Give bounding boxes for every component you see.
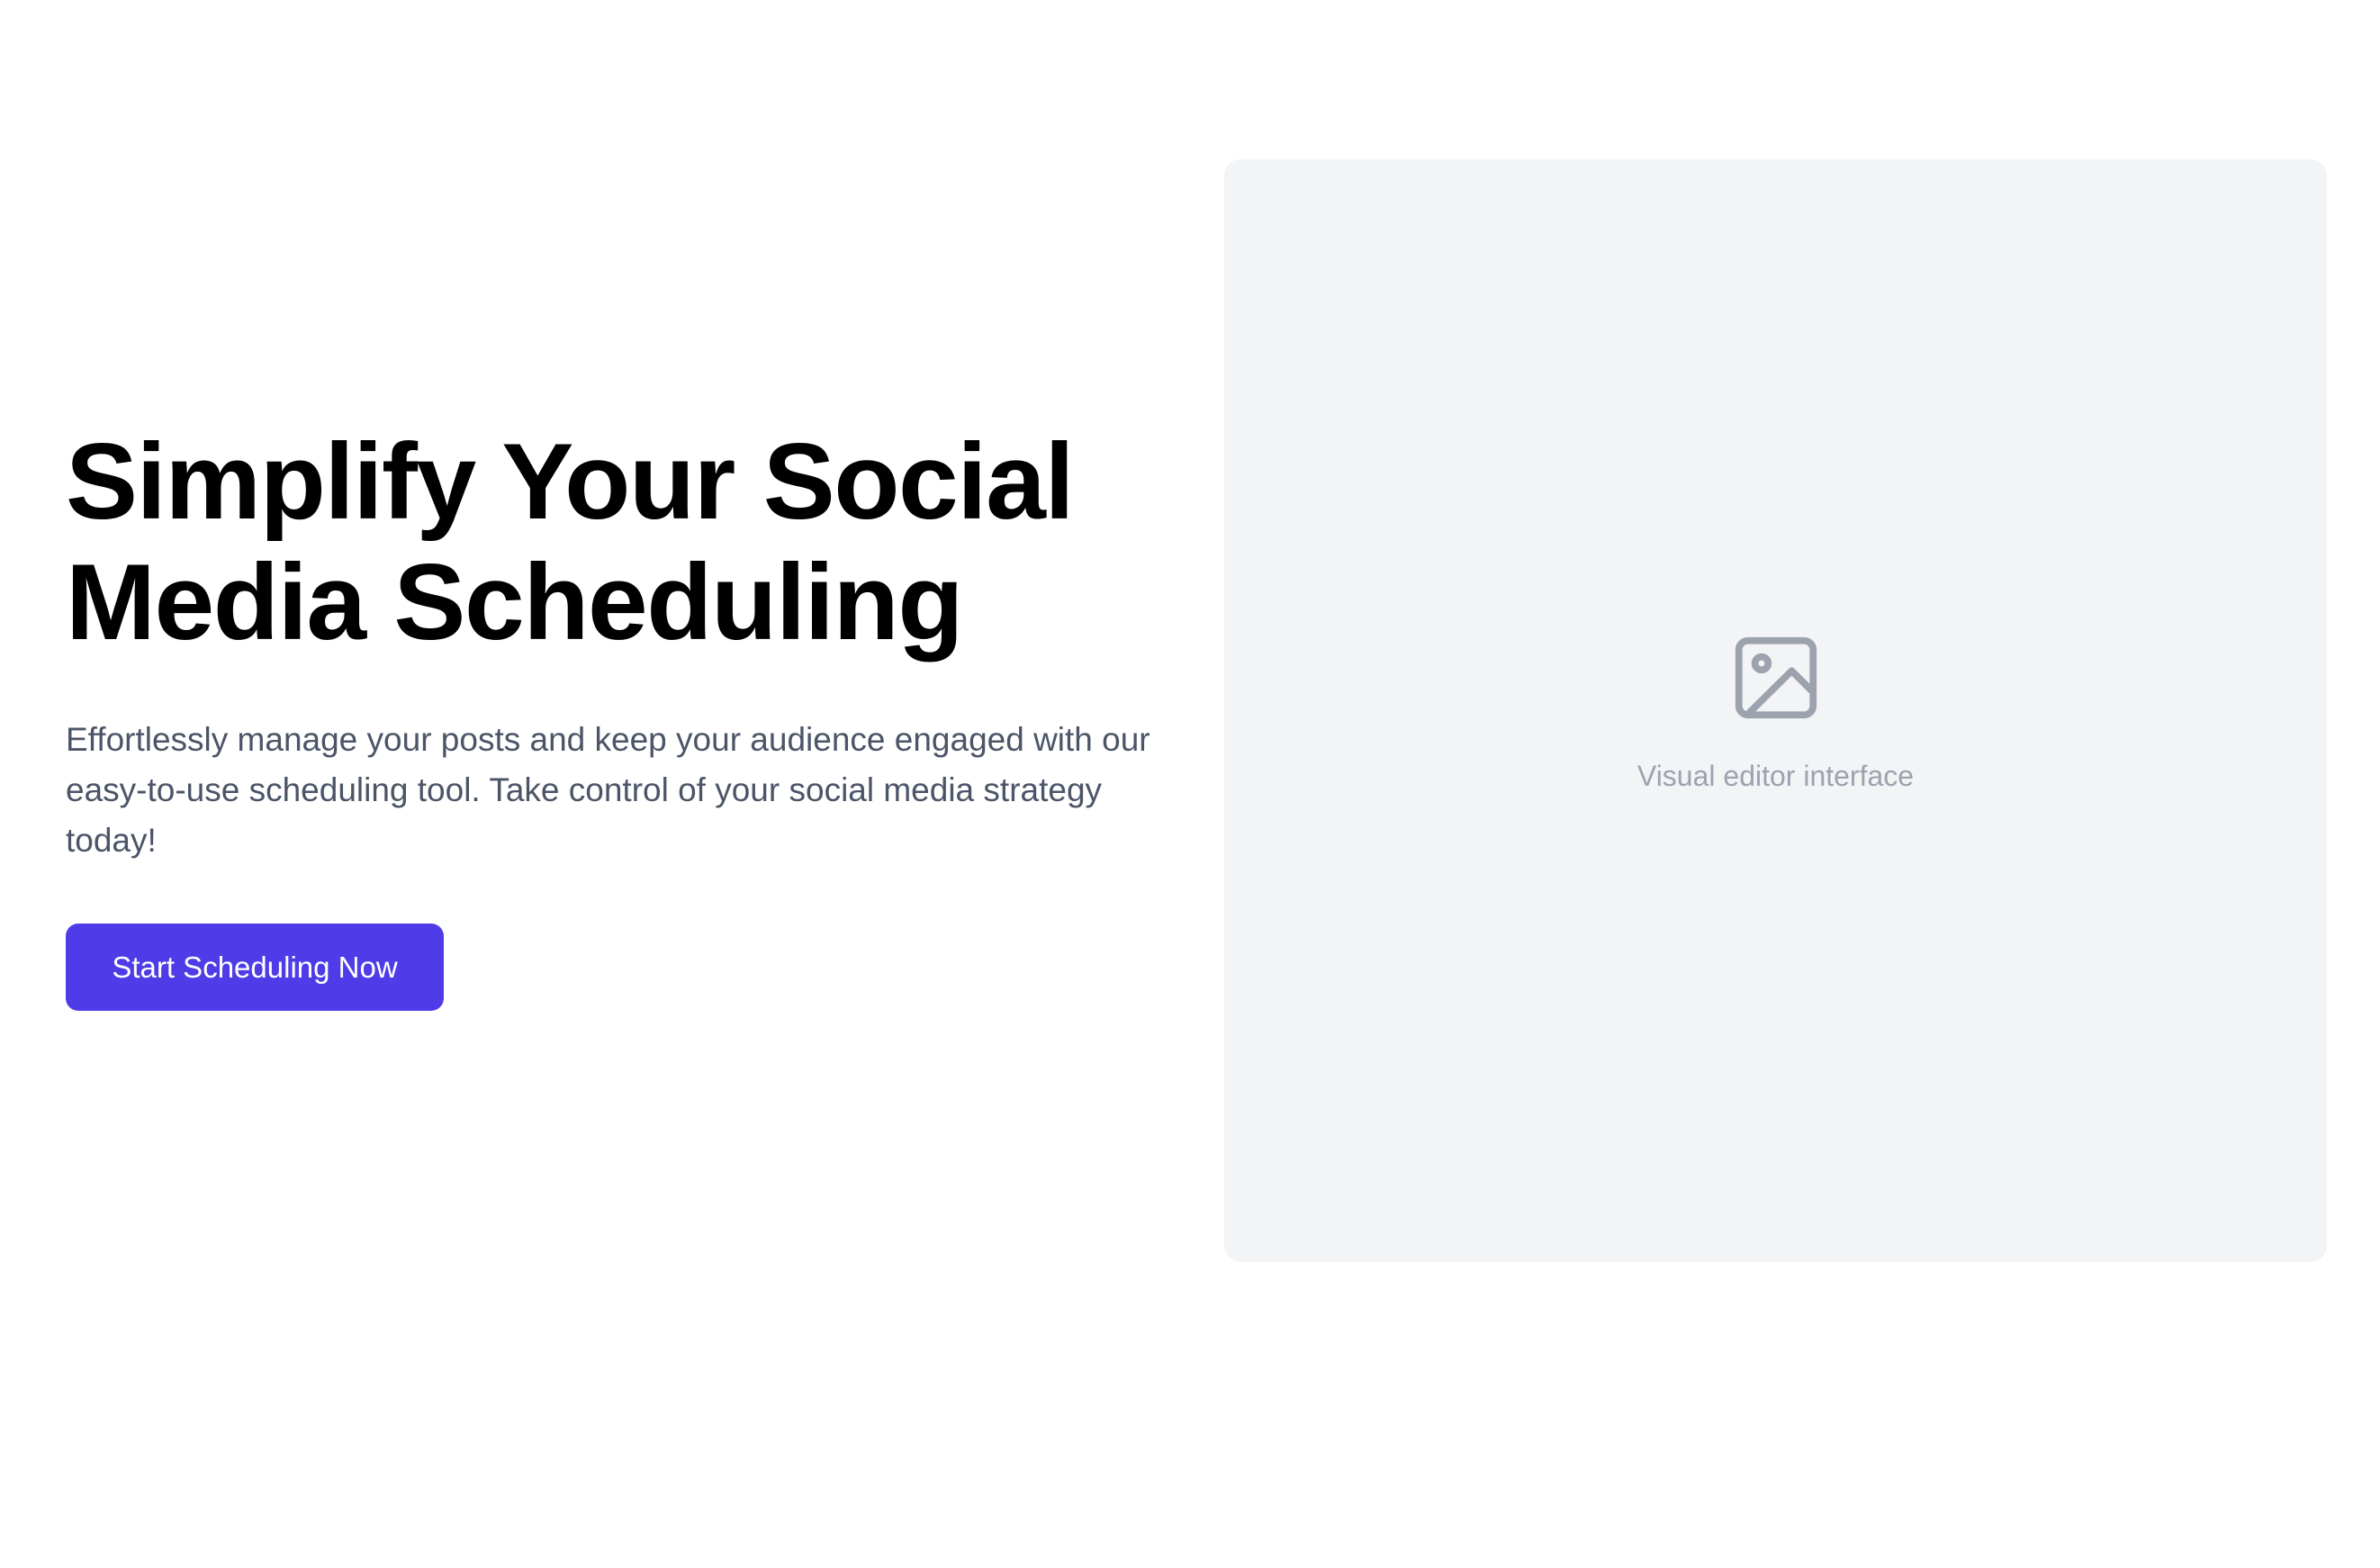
preview-caption: Visual editor interface (1636, 760, 1915, 792)
hero-section: Simplify Your Social Media Scheduling Ef… (0, 0, 2380, 1568)
hero-text-column: Simplify Your Social Media Scheduling Ef… (66, 421, 1182, 1011)
hero-headline-line1: Simplify Your Social (66, 421, 1075, 542)
start-scheduling-button[interactable]: Start Scheduling Now (66, 924, 444, 1011)
hero-subtext: Effortlessly manage your posts and keep … (66, 721, 1150, 859)
hero-headline-line2: Media Scheduling (66, 542, 964, 662)
image-icon (1735, 636, 1817, 719)
visual-editor-placeholder: Visual editor interface (1224, 159, 2327, 1262)
hero-headline: Simplify Your Social Media Scheduling (66, 421, 1182, 662)
